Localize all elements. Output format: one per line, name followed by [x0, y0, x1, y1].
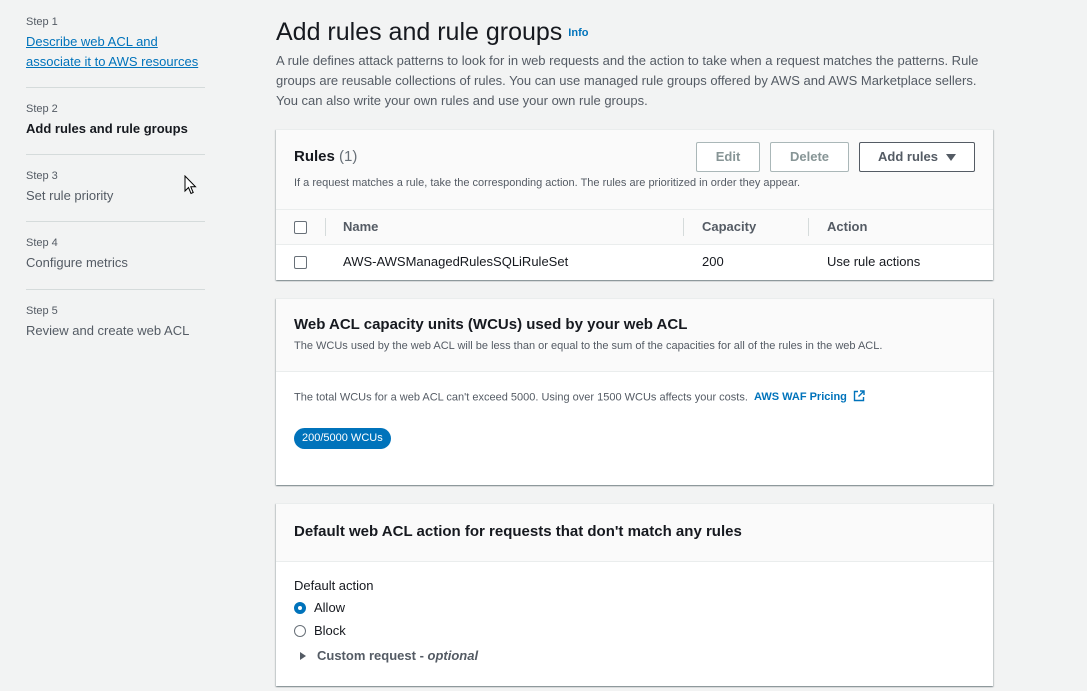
step-4-title: Configure metrics	[26, 255, 128, 270]
step-3: Step 3 Set rule priority	[26, 169, 205, 222]
wcu-title: Web ACL capacity units (WCUs) used by yo…	[294, 316, 688, 333]
page-description: A rule defines attack patterns to look f…	[276, 53, 979, 108]
rules-header: Rules (1) If a request matches a rule, t…	[276, 130, 993, 209]
add-rules-button[interactable]: Add rules	[859, 142, 975, 172]
wcu-panel: Web ACL capacity units (WCUs) used by yo…	[276, 298, 993, 485]
info-link[interactable]: Info	[568, 27, 588, 39]
step-number: Step 5	[26, 305, 58, 317]
column-header-capacity[interactable]: Capacity	[702, 210, 756, 244]
edit-button[interactable]: Edit	[696, 142, 760, 172]
table-row[interactable]: AWS-AWSManagedRulesSQLiRuleSet 200 Use r…	[276, 244, 993, 280]
step-1-link[interactable]: Describe web ACL and associate it to AWS…	[26, 32, 201, 72]
default-action-title: Default web ACL action for requests that…	[294, 523, 742, 540]
step-4: Step 4 Configure metrics	[26, 236, 205, 290]
block-label: Block	[314, 623, 346, 638]
page-title: Add rules and rule groups Info	[276, 16, 588, 49]
rule-name: AWS-AWSManagedRulesSQLiRuleSet	[343, 254, 569, 269]
allow-label: Allow	[314, 600, 346, 615]
wcu-description: The WCUs used by the web ACL will be les…	[294, 340, 883, 352]
custom-request-label: Custom request -	[317, 648, 428, 663]
mouse-cursor-icon	[184, 175, 197, 195]
rules-title-text: Rules	[294, 148, 335, 165]
default-action-label: Default action	[294, 578, 374, 593]
rules-title: Rules (1)	[294, 148, 357, 165]
table-header-row: Name Capacity Action	[276, 209, 993, 244]
rule-capacity: 200	[702, 254, 724, 269]
allow-radio-button[interactable]	[294, 601, 306, 614]
step-5: Step 5 Review and create web ACL	[26, 304, 205, 344]
block-radio-button[interactable]	[294, 624, 306, 637]
delete-button[interactable]: Delete	[770, 142, 849, 172]
rules-table: Name Capacity Action AWS-AWSManagedRules…	[276, 209, 993, 280]
wcu-limit-text: The total WCUs for a web ACL can't excee…	[294, 390, 865, 405]
step-2: Step 2 Add rules and rule groups	[26, 102, 205, 155]
rules-panel: Rules (1) If a request matches a rule, t…	[276, 129, 993, 280]
step-3-title: Set rule priority	[26, 188, 114, 203]
custom-request-expander[interactable]: Custom request - optional	[300, 648, 478, 663]
rules-count: (1)	[339, 148, 358, 165]
step-5-title: Review and create web ACL	[26, 323, 190, 338]
rules-description: If a request matches a rule, take the co…	[294, 177, 801, 189]
step-number: Step 1	[26, 16, 58, 28]
wcu-usage-badge: 200/5000 WCUs	[294, 428, 391, 449]
column-divider	[683, 218, 684, 236]
step-number: Step 4	[26, 237, 58, 249]
optional-label: optional	[427, 648, 479, 663]
column-header-action[interactable]: Action	[827, 210, 867, 244]
rule-action: Use rule actions	[827, 254, 921, 269]
caret-right-icon	[300, 651, 306, 660]
select-all-checkbox[interactable]	[294, 221, 307, 234]
allow-radio-option[interactable]: Allow	[294, 599, 345, 617]
wcu-limit-sentence: The total WCUs for a web ACL can't excee…	[294, 391, 748, 404]
column-divider	[808, 218, 809, 236]
step-number: Step 2	[26, 103, 58, 115]
step-2-title: Add rules and rule groups	[26, 121, 188, 136]
page-title-text: Add rules and rule groups	[276, 18, 563, 46]
caret-down-icon	[945, 154, 956, 162]
add-rules-label: Add rules	[878, 149, 938, 164]
step-1: Step 1 Describe web ACL and associate it…	[26, 15, 205, 88]
wcu-header: Web ACL capacity units (WCUs) used by yo…	[276, 299, 993, 372]
row-checkbox[interactable]	[294, 256, 307, 269]
external-link-icon[interactable]	[853, 390, 865, 405]
column-divider	[325, 218, 326, 236]
column-header-name[interactable]: Name	[343, 210, 378, 244]
default-action-panel: Default web ACL action for requests that…	[276, 503, 993, 686]
default-action-header: Default web ACL action for requests that…	[276, 504, 993, 562]
step-number: Step 3	[26, 170, 58, 182]
block-radio-option[interactable]: Block	[294, 622, 346, 640]
waf-pricing-link[interactable]: AWS WAF Pricing	[754, 391, 847, 403]
